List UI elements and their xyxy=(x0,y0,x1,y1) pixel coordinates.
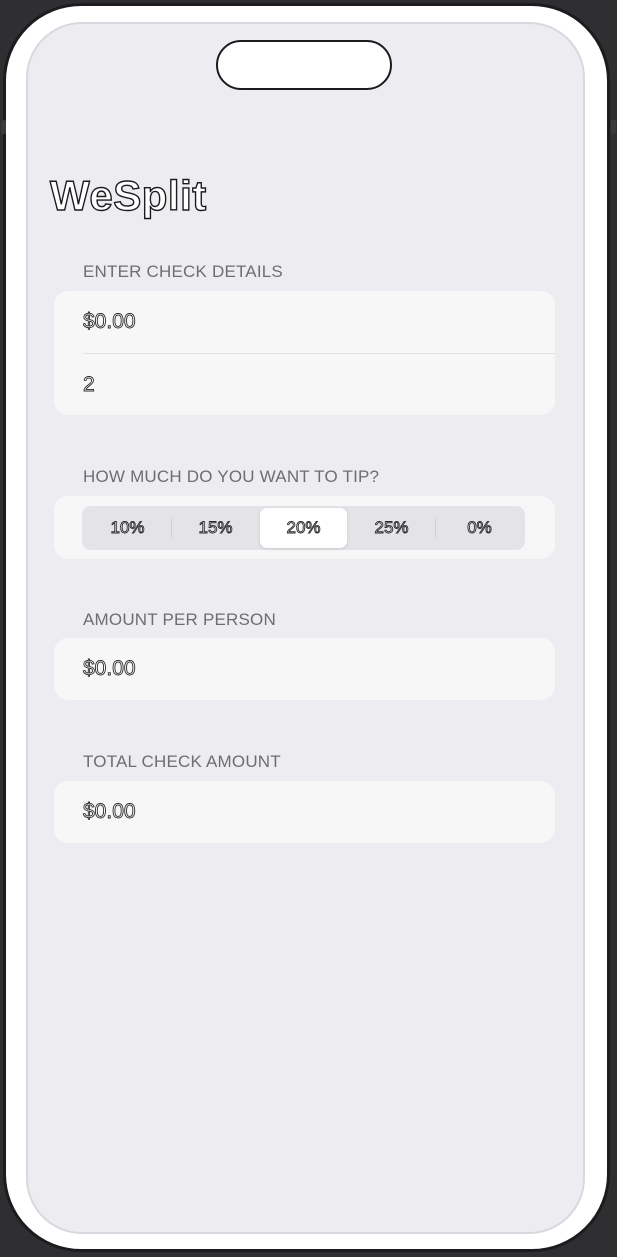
per-person-header: AMOUNT PER PERSON xyxy=(83,610,276,629)
navigation-title: WeSplit xyxy=(49,171,207,219)
check-details-card: 2 xyxy=(54,291,555,415)
total-row: $0.00 xyxy=(83,781,555,843)
dynamic-island xyxy=(216,40,392,90)
total-value: $0.00 xyxy=(83,800,136,824)
side-button xyxy=(611,120,616,134)
per-person-card: $0.00 xyxy=(54,638,555,700)
number-of-people-value[interactable]: 2 xyxy=(83,373,96,397)
tip-option-25[interactable]: 25% xyxy=(348,508,435,548)
total-header: TOTAL CHECK AMOUNT xyxy=(83,752,281,771)
check-details-header: ENTER CHECK DETAILS xyxy=(83,262,283,281)
check-amount-field[interactable] xyxy=(83,310,555,334)
tip-percentage-picker[interactable]: 10% 15% 20% 25% 0% xyxy=(82,506,525,550)
side-button xyxy=(1,120,6,134)
tip-option-15[interactable]: 15% xyxy=(172,508,259,548)
number-of-people-row[interactable]: 2 xyxy=(83,354,555,415)
tip-option-20[interactable]: 20% xyxy=(260,508,347,548)
tip-card: 10% 15% 20% 25% 0% xyxy=(54,496,555,559)
check-amount-row[interactable] xyxy=(83,291,555,353)
per-person-value: $0.00 xyxy=(83,657,136,681)
per-person-row: $0.00 xyxy=(83,638,555,700)
total-card: $0.00 xyxy=(54,781,555,843)
app-screen: WeSplit ENTER CHECK DETAILS 2 HOW MUCH D… xyxy=(26,22,585,1234)
tip-option-10[interactable]: 10% xyxy=(84,508,171,548)
tip-header: HOW MUCH DO YOU WANT TO TIP? xyxy=(83,467,380,486)
tip-option-0[interactable]: 0% xyxy=(436,508,523,548)
